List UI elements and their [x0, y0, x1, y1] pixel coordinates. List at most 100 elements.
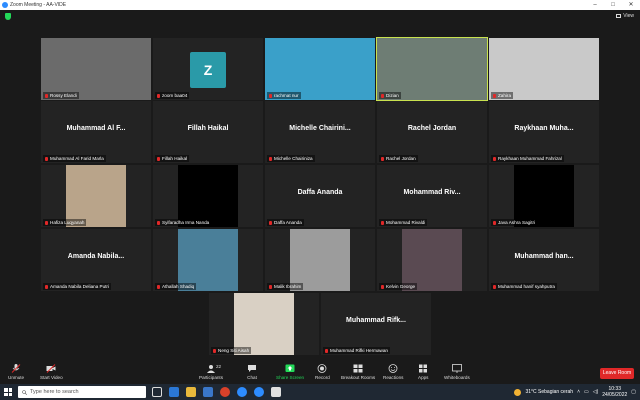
participant-name-label: Rossy Elandi	[43, 92, 79, 99]
participant-tile[interactable]: Amanda Nabila... Amanda Nabila Deliana Pu…	[41, 229, 151, 291]
mic-muted-icon	[493, 220, 496, 225]
breakout-rooms-button[interactable]: Breakout Rooms	[341, 364, 375, 380]
participant-display-name: Michelle Chairini...	[289, 125, 351, 132]
zoom-logo-icon	[2, 2, 8, 8]
apps-button[interactable]: Apps	[418, 364, 428, 380]
reactions-label: Reactions	[383, 375, 404, 380]
weather-text[interactable]: 31°C Sebagian cerah	[525, 389, 573, 395]
minimize-icon[interactable]: –	[586, 0, 604, 10]
participant-name-text: Mohammad Rivaldi	[386, 220, 426, 225]
profile-photo	[402, 229, 462, 291]
mic-muted-icon	[381, 156, 384, 161]
unmute-button[interactable]: Unmute	[8, 364, 24, 380]
video-feed	[489, 38, 599, 100]
participant-tile[interactable]: Muhammad han... Muhammad hanif syahputra	[489, 229, 599, 291]
mic-muted-icon	[45, 93, 48, 98]
participant-tile[interactable]: Daffa Ananda Daffa Ananda	[265, 165, 375, 227]
participant-display-name: Mohammad Riv...	[403, 189, 461, 196]
start-video-label: Start Video	[40, 375, 63, 380]
chat-button[interactable]: Chat	[247, 364, 257, 380]
participant-display-name: Fillah Haikal	[187, 125, 229, 132]
profile-photo-black	[178, 165, 238, 227]
whiteboards-button[interactable]: Whiteboards	[444, 364, 470, 380]
tray-chevron-icon[interactable]: ˄	[577, 389, 580, 395]
participant-tile[interactable]: Zzoom baa04	[153, 38, 263, 100]
participant-tile[interactable]: Kelvin George	[377, 229, 487, 291]
participant-tile[interactable]: Syifaradha Irma Nanda	[153, 165, 263, 227]
mic-muted-icon	[45, 156, 48, 161]
reactions-button[interactable]: Reactions	[383, 364, 403, 380]
taskbar-search-placeholder: Type here to search	[30, 389, 79, 395]
taskbar-clock[interactable]: 10:33 24/05/2022	[602, 386, 627, 398]
profile-photo	[290, 229, 350, 291]
leave-room-button[interactable]: Leave Room	[600, 368, 634, 379]
mic-muted-icon	[269, 156, 272, 161]
mail-icon[interactable]	[203, 387, 213, 397]
start-video-button[interactable]: Start Video	[40, 364, 63, 380]
participant-name-label: Amanda Nabila Deliana Putri	[43, 283, 111, 290]
view-button[interactable]: View	[616, 13, 634, 19]
taskbar-search-box[interactable]: Type here to search	[18, 386, 146, 398]
participant-tile[interactable]: Rossy Elandi	[41, 38, 151, 100]
participant-tile[interactable]: rachmat nur	[265, 38, 375, 100]
participant-name-label: Hafiza Luqyanah	[43, 219, 87, 226]
system-tray: 31°C Sebagian cerah ˄ ▭ ◁) 10:33 24/05/2…	[514, 386, 636, 398]
participant-name-text: Java Ashra Sagitri	[498, 220, 536, 225]
participant-tile[interactable]: Hafiza Luqyanah	[41, 165, 151, 227]
maximize-icon[interactable]: □	[604, 0, 622, 10]
file-explorer-icon[interactable]	[186, 387, 196, 397]
participant-tile[interactable]: Neng Siti Aisah	[209, 293, 319, 355]
participant-name-label: Malik Ibrahim	[267, 283, 304, 290]
windows-start-icon[interactable]	[4, 388, 12, 396]
participant-tile[interactable]: Michelle Chairini... Michelle Chairiniza	[265, 101, 375, 163]
security-shield-icon[interactable]	[5, 13, 11, 20]
video-feed	[41, 38, 151, 100]
breakout-rooms-label: Breakout Rooms	[341, 375, 376, 380]
window-controls: – □ ✕	[586, 0, 640, 10]
task-view-icon[interactable]	[152, 387, 162, 397]
participant-tile[interactable]: Raykhaan Muha... Raykhaan Muhammad Fahriz…	[489, 101, 599, 163]
close-icon[interactable]: ✕	[622, 0, 640, 10]
participant-name-text: Malik Ibrahim	[274, 284, 302, 289]
volume-icon[interactable]: ◁)	[593, 389, 599, 395]
clock-date: 24/05/2022	[602, 392, 628, 398]
mic-muted-icon	[45, 284, 48, 289]
participant-tile[interactable]: Rachel Jordan Rachel Jordan	[377, 101, 487, 163]
participant-tile[interactable]: Muhammad Rifk... Muhammad Rifki Hermawan	[321, 293, 431, 355]
participant-tile[interactable]: Mohammad Riv... Mohammad Rivaldi	[377, 165, 487, 227]
participants-button[interactable]: 22 Participants	[199, 364, 223, 380]
participant-name-text: Raykhaan Muhammad Fahrizal	[498, 156, 562, 161]
participant-name-label: Zahira	[491, 92, 514, 99]
participant-name-text: Amanda Nabila Deliana Putri	[50, 284, 109, 289]
zoom-app-icon[interactable]	[237, 387, 247, 397]
participant-tile[interactable]: Java Ashra Sagitri	[489, 165, 599, 227]
notifications-icon[interactable]: ▢	[631, 389, 636, 395]
participant-name-text: Rossy Elandi	[50, 93, 77, 98]
mic-muted-icon	[381, 284, 384, 289]
network-icon[interactable]: ▭	[584, 389, 589, 395]
record-button[interactable]: Record	[315, 364, 330, 380]
view-label: View	[623, 13, 634, 19]
record-icon	[318, 364, 327, 373]
profile-photo	[234, 293, 294, 355]
participant-name-label: Raykhaan Muhammad Fahrizal	[491, 155, 564, 162]
video-feed	[377, 38, 487, 100]
participant-tile[interactable]: Athallah Shadiq	[153, 229, 263, 291]
notes-app-icon[interactable]	[271, 387, 281, 397]
edge-browser-icon[interactable]	[169, 387, 179, 397]
avatar: Z	[190, 52, 226, 88]
participant-tile[interactable]: Fillah Haikal Fillah Haikal	[153, 101, 263, 163]
chrome-icon[interactable]	[220, 387, 230, 397]
whiteboard-icon	[451, 364, 462, 373]
profile-photo	[66, 165, 126, 227]
participant-tile[interactable]: Dizian	[376, 37, 488, 101]
share-screen-button[interactable]: Share Screen	[276, 364, 304, 380]
participant-name-label: Athallah Shadiq	[155, 283, 197, 290]
unmute-label: Unmute	[8, 375, 25, 380]
participant-tile[interactable]: Muhammad Al F... Muhammad Al Farid Marla	[41, 101, 151, 163]
share-screen-icon	[285, 364, 295, 372]
zoom-meeting-app-icon[interactable]	[254, 387, 264, 397]
participant-tile[interactable]: Zahira	[489, 38, 599, 100]
participant-tile[interactable]: Malik Ibrahim	[265, 229, 375, 291]
mic-muted-icon	[157, 156, 160, 161]
